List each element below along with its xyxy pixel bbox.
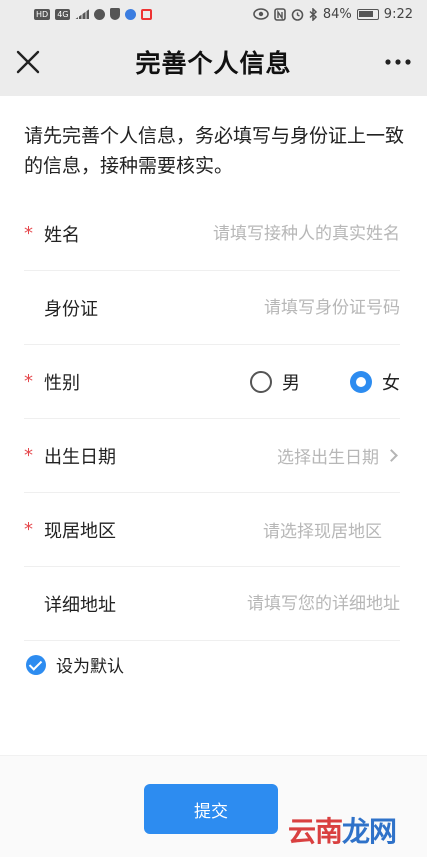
status-bar: HD 4G 84% 9:22 xyxy=(0,0,427,28)
eye-icon xyxy=(253,8,269,20)
status-right: 84% 9:22 xyxy=(253,7,413,22)
required-mark: * xyxy=(24,519,33,540)
region-label: 现居地区 xyxy=(44,520,116,542)
page-title: 完善个人信息 xyxy=(135,49,292,78)
id-card-input[interactable] xyxy=(160,297,400,318)
chevron-right-icon xyxy=(385,449,398,462)
form-row-region: * 现居地区 请选择现居地区 xyxy=(24,493,400,567)
status-left: HD 4G xyxy=(34,8,153,20)
form-row-gender: * 性别 男 女 xyxy=(24,345,400,419)
required-mark: * xyxy=(24,223,33,244)
region-picker[interactable]: 请选择现居地区 xyxy=(263,517,400,542)
address-label: 详细地址 xyxy=(44,594,116,616)
gender-label: 性别 xyxy=(44,372,80,394)
watermark-logo: 云南龙网 xyxy=(288,810,397,850)
gender-option-female[interactable]: 女 xyxy=(350,369,400,395)
alarm-icon xyxy=(291,8,304,21)
watermark-part1: 云南 xyxy=(288,815,343,848)
app-icon xyxy=(141,8,153,20)
browser-icon xyxy=(125,8,137,20)
nav-bar: 完善个人信息 xyxy=(0,28,427,96)
message-icon xyxy=(94,8,106,20)
gender-option-label: 女 xyxy=(382,372,400,394)
shield-icon xyxy=(110,8,121,20)
name-input[interactable] xyxy=(160,223,400,244)
birthday-label: 出生日期 xyxy=(44,446,116,468)
status-time: 9:22 xyxy=(383,6,413,22)
watermark-part2: 龙网 xyxy=(342,815,397,848)
close-icon[interactable] xyxy=(14,48,42,76)
form-row-address: * 详细地址 xyxy=(24,567,400,641)
birthday-placeholder: 选择出生日期 xyxy=(277,448,379,468)
nfc-icon xyxy=(274,7,286,21)
radio-checked-icon xyxy=(350,370,372,393)
network-type-icon: 4G xyxy=(55,8,71,20)
checkbox-checked-icon xyxy=(26,654,46,675)
gender-radio-group: 男 女 xyxy=(250,369,400,395)
set-default-checkbox[interactable]: 设为默认 xyxy=(26,652,124,677)
gender-option-label: 男 xyxy=(282,372,300,394)
required-mark: * xyxy=(24,371,33,392)
intro-text: 请先完善个人信息，务必填写与身份证上一致的信息，接种需要核实。 xyxy=(24,125,405,177)
address-input[interactable] xyxy=(160,593,400,614)
radio-unchecked-icon xyxy=(250,370,272,393)
submit-button[interactable]: 提交 xyxy=(144,784,278,834)
form-row-birthday: * 出生日期 选择出生日期 xyxy=(24,419,400,493)
set-default-label: 设为默认 xyxy=(56,657,124,677)
required-spacer: * xyxy=(24,593,44,614)
form-row-name: * 姓名 xyxy=(24,197,400,271)
required-spacer: * xyxy=(24,297,44,318)
form-row-id-card: * 身份证 xyxy=(24,271,400,345)
id-card-label: 身份证 xyxy=(44,298,98,320)
birthday-picker[interactable]: 选择出生日期 xyxy=(277,443,400,468)
battery-icon xyxy=(356,8,379,20)
bluetooth-icon xyxy=(309,7,317,21)
battery-percent: 84% xyxy=(322,6,352,22)
signal-icon xyxy=(75,9,90,19)
region-placeholder: 请选择现居地区 xyxy=(263,522,382,542)
hd-icon: HD xyxy=(34,8,51,20)
name-label: 姓名 xyxy=(44,224,80,246)
required-mark: * xyxy=(24,445,33,466)
more-icon[interactable] xyxy=(383,50,413,74)
gender-option-male[interactable]: 男 xyxy=(250,369,300,395)
